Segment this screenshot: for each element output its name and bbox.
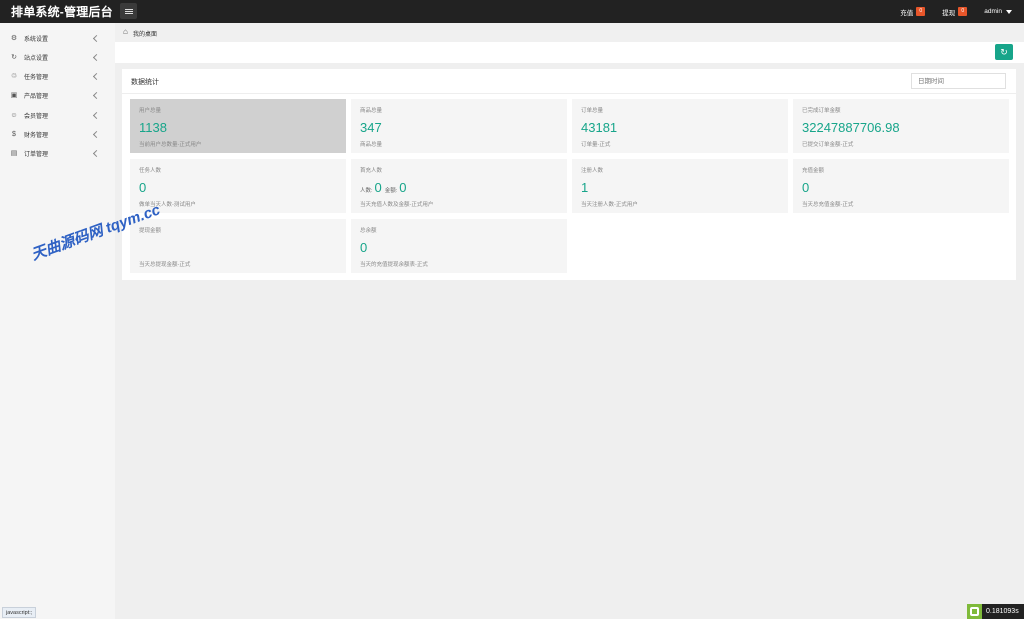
stat-value: 1138 [139,120,167,135]
top-bar: 排单系统-管理后台 充值 0 提现 0 admin [0,0,1024,23]
people-label: 人数: [360,188,373,194]
user-name: admin [984,8,1002,15]
stat-card-register-people[interactable]: 注册人数 1 当天注册人数-正式用户 [572,159,788,213]
stat-label: 订单总量 [581,108,604,114]
stat-sub: 当天总充值金额-正式 [802,202,854,208]
stat-sub: 已提交订单金额-正式 [802,142,854,148]
people-value: 0 [374,180,382,195]
toolbar: ↻ [115,42,1024,63]
box-icon: ▣ [10,91,18,99]
chevron-left-icon [92,111,101,120]
stat-sub: 当天的充值提现余额表-正式 [360,262,428,268]
sidebar-item-label: 会员管理 [24,114,49,120]
stat-mixed-values: 人数: 0 金额: 0 [360,180,410,195]
chevron-left-icon [92,91,101,100]
stat-value: 0 [139,180,147,195]
sidebar-item-order[interactable]: ▤ 订单管理 [0,144,115,163]
user-menu[interactable]: admin [984,8,1012,15]
stat-card-total-balance[interactable]: 总余额 0 当天的充值提现余额表-正式 [351,219,567,273]
stat-card-recharge-amount[interactable]: 充值金额 0 当天总充值金额-正式 [793,159,1009,213]
settings-icon: ⚙ [10,34,18,42]
user-icon: ☺ [10,111,18,119]
home-icon[interactable]: ⌂ [123,28,130,36]
withdraw-link[interactable]: 提现 0 [942,7,968,17]
sidebar-item-product[interactable]: ▣ 产品管理 [0,86,115,105]
sidebar-item-task[interactable]: ♲ 任务管理 [0,67,115,86]
sidebar-item-label: 财务管理 [24,133,49,139]
sidebar-item-label: 系统设置 [24,37,49,43]
stat-label: 充值金额 [802,168,825,174]
amount-value: 0 [399,180,407,195]
caret-down-icon [1006,9,1012,14]
sidebar-item-label: 订单管理 [24,152,49,158]
stat-value: 0 [360,240,368,255]
panel-title: 数据统计 [131,79,159,86]
stats-panel: 数据统计 用户总量 1138 当前用户总数量-正式用户 商品总量 347 商品总… [122,69,1016,280]
hamburger-icon [124,10,133,12]
chevron-left-icon [92,149,101,158]
stat-value: 32247887706.98 [802,120,900,135]
stat-value: 1 [581,180,589,195]
refresh-icon: ↻ [11,53,17,61]
recharge-badge: 0 [916,7,926,16]
stat-value: 43181 [581,120,618,135]
stat-label: 注册人数 [581,168,604,174]
sidebar-item-label: 产品管理 [24,94,49,100]
refresh-icon: ↻ [1000,47,1008,57]
debug-logo-icon [967,604,982,619]
stat-card-product-total[interactable]: 商品总量 347 商品总量 [351,99,567,153]
stat-sub: 当天充值人数及金额-正式用户 [360,202,434,208]
timer-value: 0.181093s [986,608,1019,615]
stat-sub: 当前用户总数量-正式用户 [139,142,202,148]
stat-sub: 当天注册人数-正式用户 [581,202,638,208]
stat-label: 提现金额 [139,228,162,234]
stat-card-completed-amount[interactable]: 已完成订单金额 32247887706.98 已提交订单金额-正式 [793,99,1009,153]
top-right-nav: 充值 0 提现 0 admin [900,0,1024,23]
amount-label: 金额: [384,188,398,194]
task-icon: ♲ [10,72,18,80]
stat-value: 347 [360,120,382,135]
refresh-button[interactable]: ↻ [995,44,1013,60]
stat-sub: 当天总提现金额-正式 [139,262,191,268]
stat-card-user-total[interactable]: 用户总量 1138 当前用户总数量-正式用户 [130,99,346,153]
stat-card-withdraw-amount[interactable]: 提现金额 当天总提现金额-正式 [130,219,346,273]
sidebar-item-member[interactable]: ☺ 会员管理 [0,106,115,125]
recharge-label: 充值 [900,9,914,17]
stat-label: 首充人数 [360,168,383,174]
stat-card-first-recharge[interactable]: 首充人数 人数: 0 金额: 0 当天充值人数及金额-正式用户 [351,159,567,213]
sidebar-item-label: 任务管理 [24,75,49,81]
withdraw-badge: 0 [958,7,968,16]
chevron-left-icon [92,53,101,62]
stat-label: 商品总量 [360,108,383,114]
order-icon: ▤ [10,149,18,157]
stat-label: 用户总量 [139,108,162,114]
sidebar-item-label: 站点设置 [24,56,49,62]
menu-toggle-button[interactable] [120,3,137,19]
chevron-left-icon [92,34,101,43]
sidebar: ⚙ 系统设置 ↻ 站点设置 ♲ 任务管理 ▣ 产品管理 ☺ 会员管理 $ 财务管… [0,23,115,619]
date-input[interactable] [911,73,1006,89]
breadcrumb-current[interactable]: 我的桌面 [133,29,157,38]
stat-card-order-total[interactable]: 订单总量 43181 订单量-正式 [572,99,788,153]
stat-sub: 订单量-正式 [581,142,611,148]
page-timer[interactable]: 0.181093s [967,604,1024,619]
stat-value: 0 [802,180,810,195]
sidebar-item-finance[interactable]: $ 财务管理 [0,125,115,144]
withdraw-label: 提现 [942,9,956,17]
chevron-left-icon [92,72,101,81]
stat-sub: 商品总量 [360,142,383,148]
stat-card-task-people[interactable]: 任务人数 0 做单当天人数-测试用户 [130,159,346,213]
dollar-icon: $ [12,130,16,138]
brand-title[interactable]: 排单系统-管理后台 [11,3,113,20]
stat-label: 任务人数 [139,168,162,174]
divider [122,93,1016,94]
status-bar-url: javascript:; [2,607,37,618]
chevron-left-icon [92,130,101,139]
breadcrumb: ⌂ 我的桌面 [115,23,1024,42]
stat-label: 已完成订单金额 [802,108,841,114]
recharge-link[interactable]: 充值 0 [900,7,926,17]
stat-label: 总余额 [360,228,377,234]
sidebar-item-site-settings[interactable]: ↻ 站点设置 [0,48,115,67]
sidebar-item-system-settings[interactable]: ⚙ 系统设置 [0,29,115,48]
